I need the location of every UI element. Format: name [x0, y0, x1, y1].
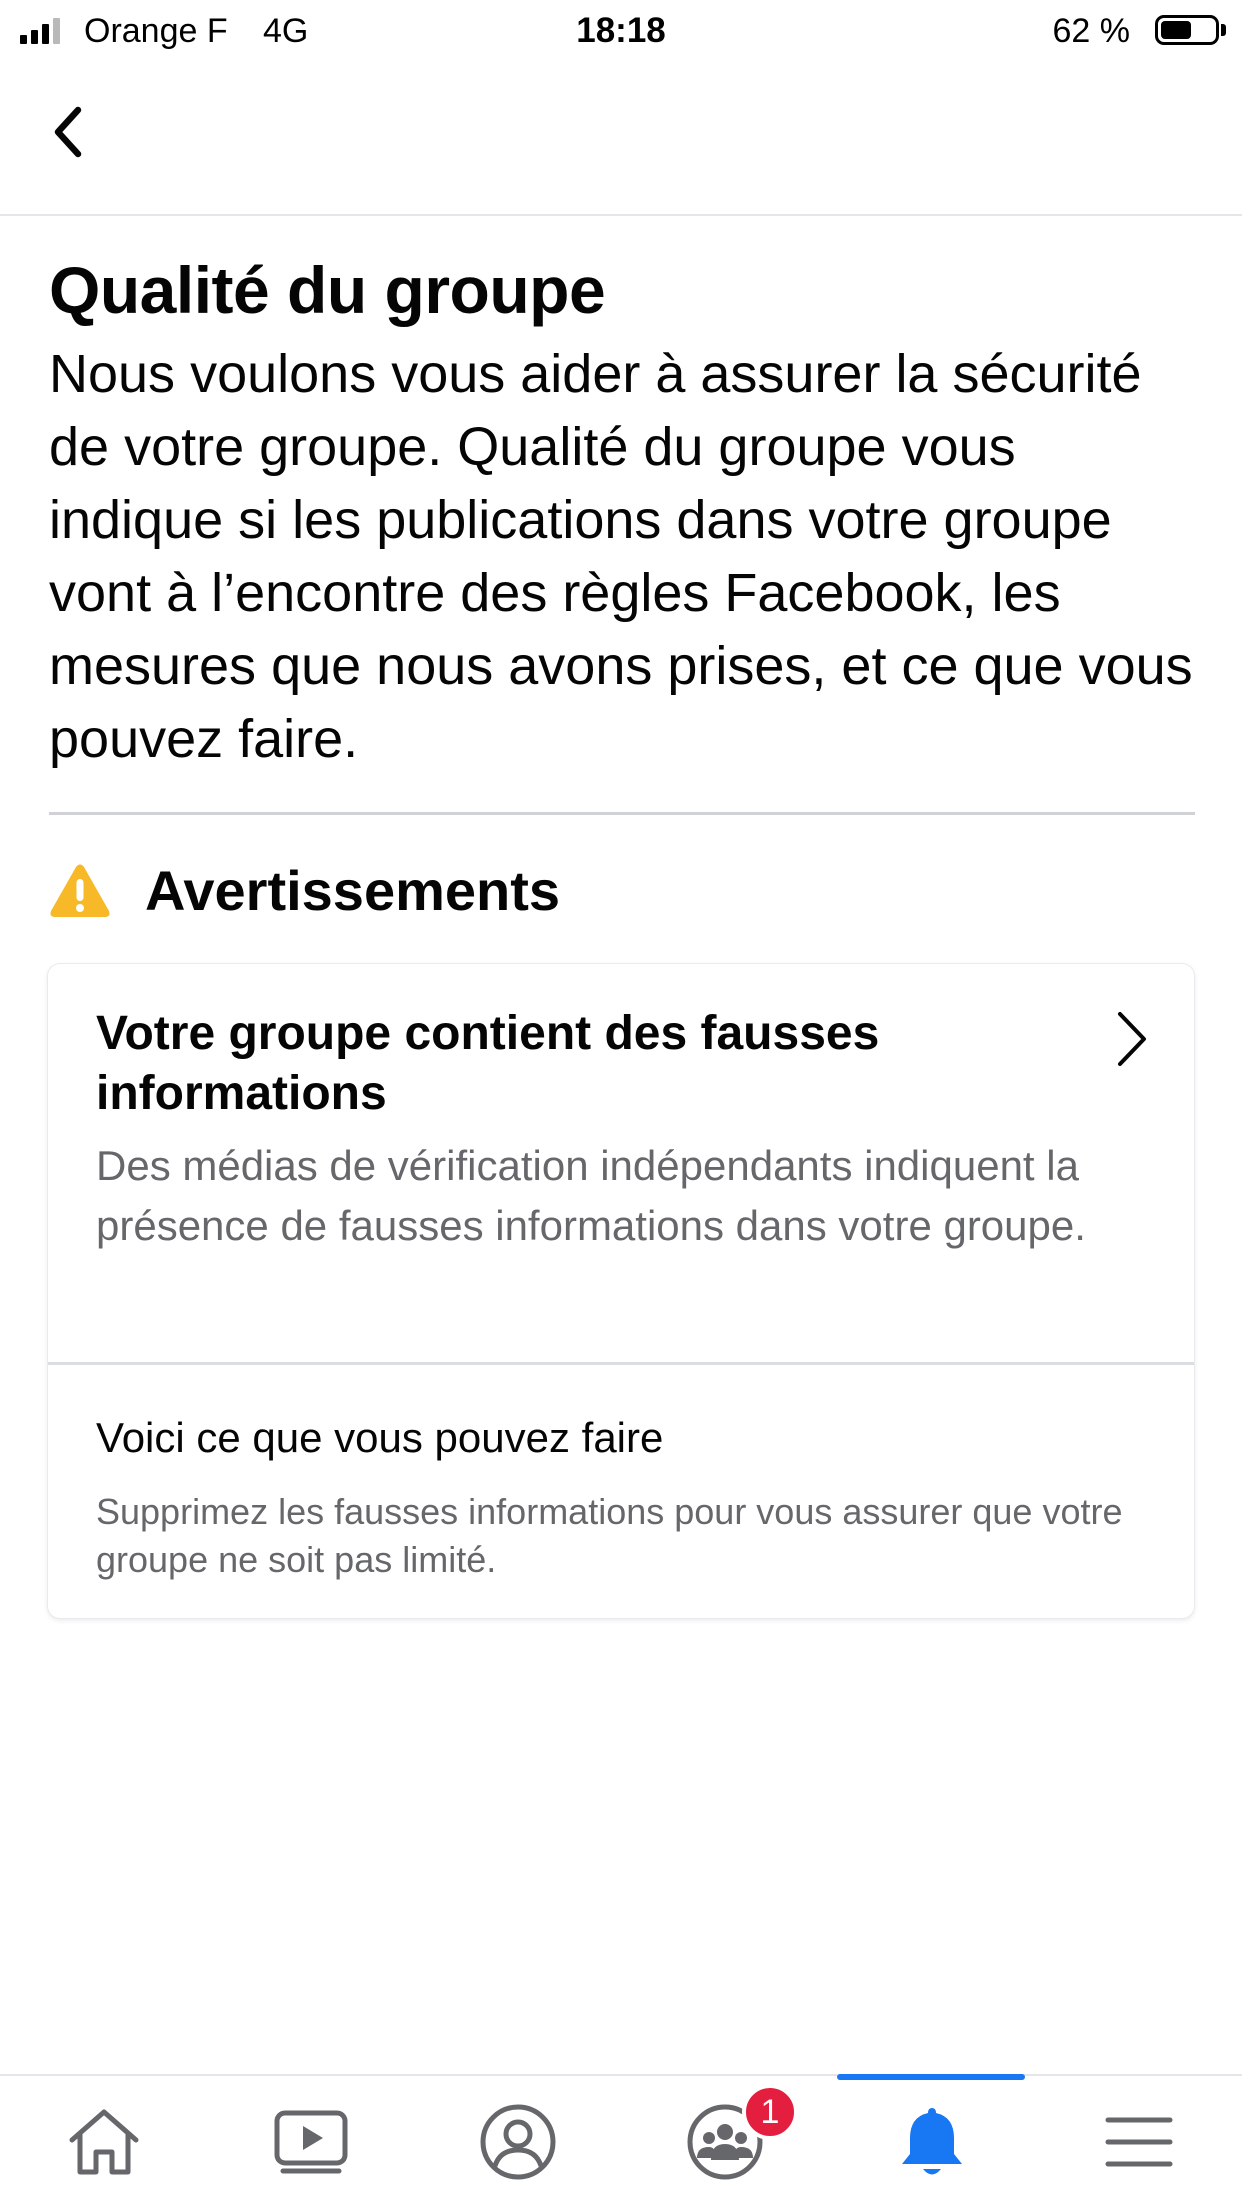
battery-level — [1161, 21, 1191, 39]
tab-notifications[interactable] — [828, 2076, 1035, 2208]
tab-video[interactable] — [207, 2076, 414, 2208]
warning-body: Des médias de vérification indépendants … — [96, 1142, 1086, 1249]
card-divider — [48, 1362, 1194, 1365]
status-bar: Orange F 4G 18:18 62 % — [0, 0, 1242, 62]
menu-icon — [1105, 2117, 1172, 2167]
warnings-section-header: Avertissements — [49, 858, 560, 923]
tab-groups[interactable] — [621, 2076, 828, 2208]
warning-card-link[interactable]: Votre groupe contient des fausses inform… — [48, 964, 1194, 1362]
bell-icon — [901, 2108, 962, 2175]
battery-tip — [1221, 24, 1226, 36]
action-body: Supprimez les fausses informations pour … — [96, 1491, 1123, 1580]
page-description: Nous voulons vous aider à assurer la séc… — [49, 344, 1193, 769]
chevron-left-icon — [54, 106, 82, 158]
action-title: Voici ce que vous pouvez faire — [96, 1414, 664, 1461]
tab-menu[interactable] — [1035, 2076, 1242, 2208]
section-title: Avertissements — [145, 859, 561, 922]
tab-profile[interactable] — [414, 2076, 621, 2208]
page-content: Qualité du groupe Nous voulons vous aide… — [49, 250, 1195, 776]
warning-title: Votre groupe contient des fausses inform… — [96, 1007, 880, 1120]
page-title: Qualité du groupe — [49, 253, 606, 327]
notification-badge: 1 — [742, 2084, 798, 2140]
warning-card: Votre groupe contient des fausses inform… — [48, 964, 1194, 1618]
home-icon — [69, 2109, 138, 2175]
divider — [49, 812, 1195, 815]
video-icon — [274, 2110, 347, 2174]
warning-icon — [50, 864, 110, 917]
battery-icon — [1155, 15, 1219, 45]
tab-home[interactable] — [0, 2076, 207, 2208]
battery-percent: 62 % — [1052, 12, 1131, 50]
chevron-right-icon — [1118, 1012, 1146, 1066]
bottom-tab-bar — [0, 2074, 1242, 2208]
header — [0, 62, 1242, 216]
profile-icon — [480, 2104, 555, 2180]
back-button[interactable] — [38, 102, 98, 162]
